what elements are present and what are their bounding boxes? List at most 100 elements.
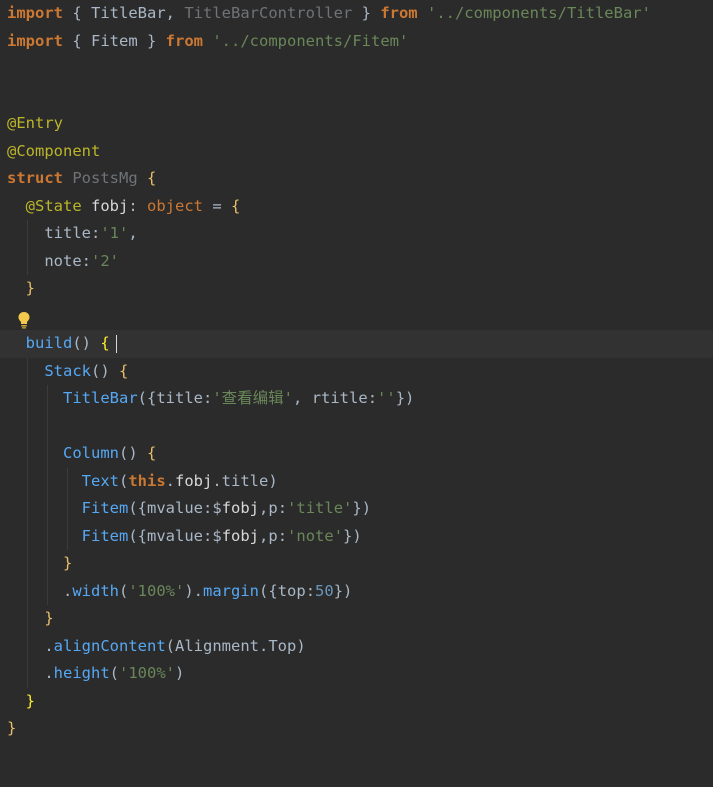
indent-guide xyxy=(27,357,28,688)
code-token: } xyxy=(63,554,73,572)
code-token: { xyxy=(72,31,91,50)
code-token: . xyxy=(212,471,222,490)
code-line[interactable]: } xyxy=(0,605,713,633)
code-line[interactable]: @Component xyxy=(0,138,713,166)
code-token: . xyxy=(165,471,175,490)
code-token: } xyxy=(25,279,36,297)
code-token: ( xyxy=(118,471,129,490)
code-token: Fitem xyxy=(81,526,129,545)
code-token: top xyxy=(277,581,306,600)
code-token: () xyxy=(72,334,101,352)
code-line[interactable]: .width('100%').margin({top:50}) xyxy=(0,578,713,606)
code-token: title xyxy=(221,471,269,490)
code-token: TitleBar xyxy=(91,4,166,22)
code-token: ) xyxy=(296,636,306,655)
code-token: } xyxy=(25,691,36,710)
code-line[interactable]: } xyxy=(0,688,713,716)
code-line[interactable] xyxy=(0,303,713,331)
code-token: Column xyxy=(63,444,119,462)
code-token: . xyxy=(7,581,73,600)
code-line[interactable]: import { Fitem } from '../components/Fit… xyxy=(0,28,713,56)
code-line[interactable]: Fitem({mvalue:$fobj,p:'title'}) xyxy=(0,495,713,523)
code-token: alignContent xyxy=(53,636,166,655)
code-line[interactable]: } xyxy=(0,715,713,743)
code-line[interactable]: TitleBar({title:'查看编辑', rtitle:''}) xyxy=(0,385,713,413)
code-line[interactable]: title:'1', xyxy=(0,220,713,248)
code-token: rtitle xyxy=(311,389,368,407)
code-editor[interactable]: import { TitleBar, TitleBarController } … xyxy=(0,0,713,787)
code-line[interactable]: Stack() { xyxy=(0,358,713,386)
code-token: margin xyxy=(203,581,260,600)
code-token: note xyxy=(44,251,82,270)
code-token: { xyxy=(100,334,110,352)
code-token: fobj xyxy=(221,526,260,545)
code-token: { xyxy=(147,444,157,462)
code-line[interactable]: import { TitleBar, TitleBarController } … xyxy=(0,0,713,28)
code-token: . xyxy=(7,636,54,655)
code-token: @Entry xyxy=(7,114,63,132)
code-line[interactable]: @State fobj: object = { xyxy=(0,193,713,221)
code-line-text: .width('100%').margin({top:50}) xyxy=(7,578,352,606)
code-token: : xyxy=(91,224,101,242)
code-line[interactable]: .alignContent(Alignment.Top) xyxy=(0,633,713,661)
code-token: '../components/Fitem' xyxy=(212,31,409,50)
code-line-text: note:'2' xyxy=(7,248,119,276)
code-token: { xyxy=(231,196,241,215)
code-token: from xyxy=(380,4,427,22)
code-token: } xyxy=(7,719,17,737)
code-token: '100%' xyxy=(119,664,176,682)
code-token: ( xyxy=(109,664,120,682)
code-line[interactable]: @Entry xyxy=(0,110,713,138)
code-token: () xyxy=(119,444,147,462)
code-token: = xyxy=(212,196,231,215)
code-token: width xyxy=(72,581,119,600)
code-token: , xyxy=(259,526,269,545)
code-token: } xyxy=(137,31,166,50)
code-token: : xyxy=(305,581,316,600)
code-token: ({ xyxy=(259,581,278,600)
code-token: '' xyxy=(377,389,396,407)
lightbulb-icon[interactable] xyxy=(17,311,31,329)
code-token: }) xyxy=(333,581,353,600)
code-line[interactable]: Column() { xyxy=(0,440,713,468)
code-line-text: Column() { xyxy=(7,440,156,468)
code-token: '2' xyxy=(91,251,119,270)
code-token: Stack xyxy=(44,361,91,380)
code-token: : xyxy=(81,251,91,270)
code-token: mvalue xyxy=(147,526,203,545)
code-token: } xyxy=(44,609,54,627)
code-line[interactable] xyxy=(0,413,713,441)
code-line-text: import { Fitem } from '../components/Fit… xyxy=(7,28,408,56)
code-line-text: .alignContent(Alignment.Top) xyxy=(7,633,306,661)
code-line[interactable] xyxy=(0,55,713,83)
code-token: PostsMg xyxy=(72,169,147,187)
code-line[interactable]: note:'2' xyxy=(0,248,713,276)
code-line[interactable]: build() { xyxy=(0,330,713,358)
code-line[interactable] xyxy=(0,83,713,111)
code-line[interactable]: struct PostsMg { xyxy=(0,165,713,193)
code-line-text: TitleBar({title:'查看编辑', rtitle:''}) xyxy=(7,385,414,413)
code-line[interactable]: .height('100%') xyxy=(0,660,713,688)
code-token: ({ xyxy=(128,526,147,545)
code-line[interactable]: } xyxy=(0,275,713,303)
code-line-text: Fitem({mvalue:$fobj,p:'title'}) xyxy=(7,495,371,523)
code-token: fobj xyxy=(221,499,260,517)
code-line-text: .height('100%') xyxy=(7,660,184,688)
code-line-text: } xyxy=(7,275,35,303)
code-line[interactable]: Fitem({mvalue:$fobj,p:'note'}) xyxy=(0,523,713,551)
code-token: : xyxy=(367,389,378,407)
code-token: , xyxy=(259,499,269,517)
code-token: '查看编辑' xyxy=(212,389,294,407)
code-token: 'title' xyxy=(287,499,353,517)
code-line[interactable]: } xyxy=(0,550,713,578)
code-line[interactable]: Text(this.fobj.title) xyxy=(0,468,713,496)
